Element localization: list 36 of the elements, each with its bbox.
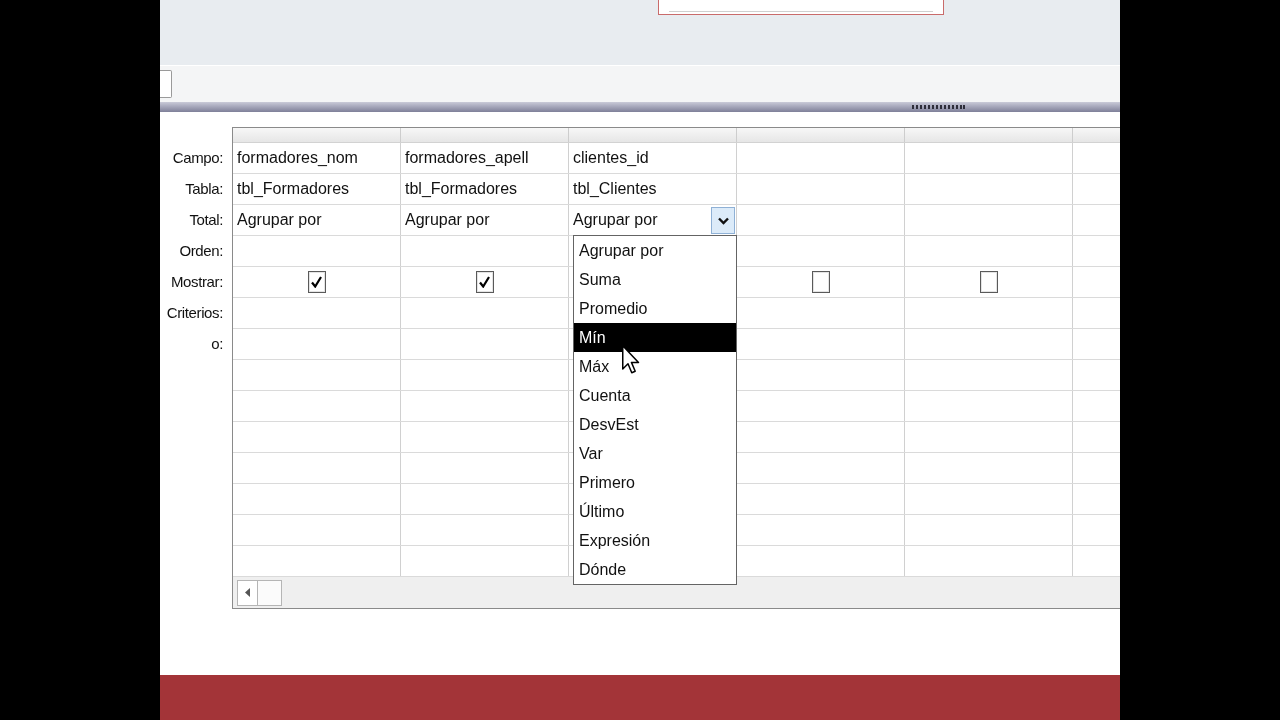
field-name: formadores_apell xyxy=(405,148,529,168)
checkbox[interactable] xyxy=(475,271,494,293)
dropdown-button[interactable] xyxy=(711,207,735,234)
column-selector[interactable] xyxy=(737,128,905,142)
column-selector[interactable] xyxy=(1073,128,1120,142)
column-selector[interactable] xyxy=(233,128,401,142)
row-label: Tabla: xyxy=(185,179,223,200)
table-name: tbl_Clientes xyxy=(573,179,657,199)
scrollbar-thumb[interactable] xyxy=(258,579,282,606)
field-name: formadores_nom xyxy=(237,148,358,168)
row-label: Campo: xyxy=(172,148,223,169)
row-label: o: xyxy=(211,334,223,355)
row-label: Criterios: xyxy=(166,303,223,324)
caret-left-icon xyxy=(245,588,250,597)
field-name: clientes_id xyxy=(573,148,649,168)
row-label: Orden: xyxy=(179,241,223,262)
checkbox[interactable] xyxy=(811,271,830,293)
dropdown-option[interactable]: Mín xyxy=(574,323,736,352)
table-name: tbl_Formadores xyxy=(405,179,518,199)
checkmark-icon xyxy=(479,276,490,288)
total-value: Agrupar por xyxy=(237,210,322,230)
column-selector[interactable] xyxy=(905,128,1073,142)
scroll-left-button[interactable] xyxy=(237,579,258,606)
row-label: Mostrar: xyxy=(171,272,223,293)
checkbox[interactable] xyxy=(307,271,326,293)
checkbox[interactable] xyxy=(979,271,998,293)
checkmark-icon xyxy=(311,276,322,288)
row-label: Total: xyxy=(189,210,223,231)
column-selector[interactable] xyxy=(401,128,569,142)
total-value: Agrupar por xyxy=(405,210,490,230)
chevron-down-icon xyxy=(717,216,729,225)
mouse-pointer-icon xyxy=(622,345,640,375)
total-value: Agrupar por xyxy=(573,210,658,230)
column-selector[interactable] xyxy=(569,128,737,142)
grip-icon[interactable] xyxy=(912,105,965,109)
table-name: tbl_Formadores xyxy=(237,179,350,199)
